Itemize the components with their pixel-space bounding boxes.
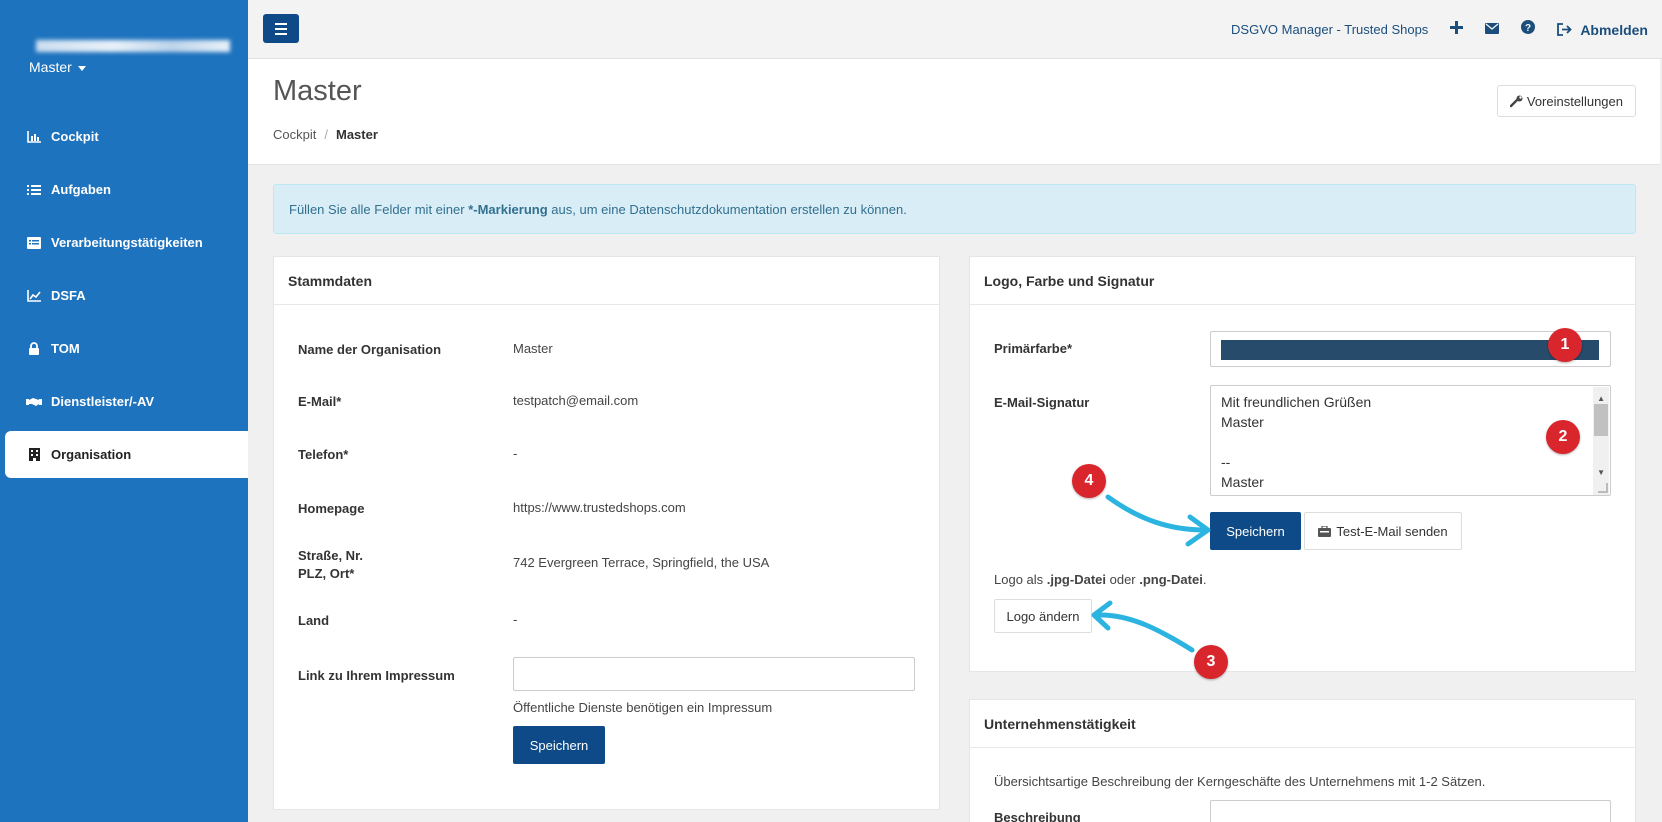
field-label: Straße, Nr. <box>298 548 364 563</box>
business-activity-panel: Unternehmenstätigkeit Übersichtsartige B… <box>969 699 1636 822</box>
wrench-icon <box>1509 95 1523 107</box>
sidebar-item-tom[interactable]: TOM <box>0 322 248 375</box>
breadcrumb-cockpit[interactable]: Cockpit <box>273 127 316 142</box>
chart-icon <box>26 129 42 145</box>
scroll-down-icon[interactable]: ▼ <box>1597 463 1605 483</box>
sidebar-item-aufgaben[interactable]: Aufgaben <box>0 163 248 216</box>
handshake-icon <box>26 394 42 410</box>
logout-button[interactable]: Abmelden <box>1557 22 1648 38</box>
annotation-badge: 4 <box>1072 464 1106 498</box>
sidebar-item-verarbeitungstaetigkeiten[interactable]: Verarbeitungstätigkeiten <box>0 216 248 269</box>
save-stammdaten-button[interactable]: Speichern <box>513 726 605 764</box>
help-icon[interactable]: ? <box>1521 20 1536 39</box>
lock-icon <box>26 341 42 357</box>
sidebar-item-cockpit[interactable]: Cockpit <box>0 110 248 163</box>
info-alert: Füllen Sie alle Felder mit einer *-Marki… <box>273 184 1636 234</box>
resize-handle-icon[interactable] <box>1598 483 1608 493</box>
sidebar-item-label: TOM <box>51 341 80 356</box>
sidebar-nav: Cockpit Aufgaben Verarbeitungstätigkeite… <box>0 110 248 481</box>
signature-line: -- <box>1221 454 1231 470</box>
list-icon <box>26 235 42 251</box>
area-chart-icon <box>26 288 42 304</box>
tasks-icon <box>26 182 42 198</box>
business-description-text: Übersichtsartige Beschreibung der Kernge… <box>994 774 1486 789</box>
svg-text:?: ? <box>1525 23 1531 34</box>
business-description-input[interactable] <box>1210 800 1611 822</box>
sidebar: Master Cockpit Aufgaben Verarbeitungstät… <box>0 0 248 822</box>
envelope-icon[interactable] <box>1485 21 1500 39</box>
field-label: PLZ, Ort* <box>298 566 355 581</box>
alert-bold: *-Markierung <box>468 201 548 217</box>
email-value: testpatch@email.com <box>513 393 639 408</box>
sidebar-item-organisation[interactable]: Organisation <box>5 431 248 478</box>
test-email-label: Test-E-Mail senden <box>1336 523 1448 539</box>
caret-down-icon <box>77 65 86 71</box>
panel-title: Stammdaten <box>274 257 939 305</box>
product-link[interactable]: DSGVO Manager - Trusted Shops <box>1231 22 1428 37</box>
brand-logo <box>36 40 230 52</box>
field-label: Beschreibung <box>994 810 1081 822</box>
signature-line: Mit freundlichen Grüßen <box>1221 394 1372 410</box>
organisation-name-value: Master <box>513 341 553 356</box>
change-logo-button[interactable]: Logo ändern <box>994 599 1092 633</box>
logo-hint: Logo als .jpg-Datei oder .png-Datei. <box>994 572 1207 587</box>
impressum-link-input[interactable] <box>513 657 915 691</box>
presets-label: Voreinstellungen <box>1526 93 1623 109</box>
sidebar-item-label: DSFA <box>51 288 86 303</box>
address-value: 742 Evergreen Terrace, Springfield, the … <box>513 555 770 570</box>
page-header: Master Cockpit / Master Voreinstellungen <box>248 59 1660 165</box>
briefcase-icon <box>1318 525 1332 537</box>
send-test-email-button[interactable]: Test-E-Mail senden <box>1304 512 1462 550</box>
logo-color-signature-panel: Logo, Farbe und Signatur Primärfarbe* E-… <box>969 256 1636 672</box>
sidebar-item-label: Aufgaben <box>51 182 111 197</box>
field-label: E-Mail-Signatur <box>994 395 1090 410</box>
org-selector[interactable]: Master <box>29 59 86 75</box>
breadcrumb: Cockpit / Master <box>273 127 378 142</box>
sidebar-item-dsfa[interactable]: DSFA <box>0 269 248 322</box>
org-selector-label: Master <box>29 59 72 75</box>
field-label: Land <box>298 613 330 628</box>
signature-line <box>1221 432 1600 452</box>
field-label: Link zu Ihrem Impressum <box>298 668 455 683</box>
phone-value: - <box>513 446 518 461</box>
sidebar-item-label: Organisation <box>51 447 132 462</box>
save-signature-button[interactable]: Speichern <box>1210 512 1301 550</box>
annotation-badge: 2 <box>1546 420 1580 454</box>
panel-title: Unternehmenstätigkeit <box>970 700 1635 748</box>
page-title: Master <box>273 75 362 107</box>
homepage-value: https://www.trustedshops.com <box>513 500 686 515</box>
top-bar: DSGVO Manager - Trusted Shops ? Abmelden <box>248 0 1662 59</box>
scroll-up-icon[interactable]: ▲ <box>1597 389 1605 409</box>
alert-prefix: Füllen Sie alle Felder mit einer <box>289 201 469 217</box>
logout-label: Abmelden <box>1580 21 1648 38</box>
signature-line: Master <box>1221 414 1264 430</box>
alert-suffix: aus, um eine Datenschutzdokumentation er… <box>547 201 907 217</box>
annotation-badge: 3 <box>1194 645 1228 679</box>
top-nav: DSGVO Manager - Trusted Shops ? Abmelden <box>1231 0 1648 59</box>
presets-button[interactable]: Voreinstellungen <box>1496 85 1636 117</box>
menu-toggle-button[interactable] <box>263 14 299 43</box>
annotation-badge: 1 <box>1548 328 1582 362</box>
sidebar-item-label: Verarbeitungstätigkeiten <box>51 235 203 250</box>
breadcrumb-current: Master <box>335 127 378 142</box>
field-label: E-Mail* <box>298 394 342 409</box>
field-label: Primärfarbe* <box>994 341 1073 356</box>
sidebar-item-dienstleister[interactable]: Dienstleister/-AV <box>0 375 248 428</box>
sign-out-icon <box>1557 23 1573 36</box>
plus-icon[interactable] <box>1450 20 1464 39</box>
sidebar-item-label: Dienstleister/-AV <box>51 394 155 409</box>
panel-title: Logo, Farbe und Signatur <box>970 257 1635 305</box>
signature-line: Master <box>1221 474 1264 490</box>
field-label: Homepage <box>298 501 365 516</box>
stammdaten-panel: Stammdaten Name der Organisation Master … <box>273 256 940 810</box>
building-icon <box>26 447 42 463</box>
country-value: - <box>513 612 518 627</box>
field-label: Name der Organisation <box>298 342 442 357</box>
sidebar-item-label: Cockpit <box>51 129 99 144</box>
field-label: Telefon* <box>298 447 349 462</box>
impressum-help-text: Öffentliche Dienste benötigen ein Impres… <box>513 700 773 715</box>
color-swatch <box>1221 340 1599 360</box>
